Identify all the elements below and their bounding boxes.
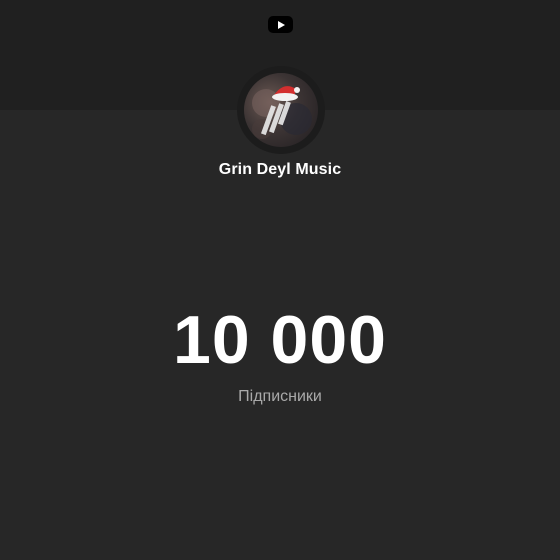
channel-avatar[interactable] xyxy=(244,73,318,147)
channel-name[interactable]: Grin Deyl Music xyxy=(0,161,560,179)
youtube-logo-icon[interactable] xyxy=(268,16,293,33)
subscriber-card: Grin Deyl Music 10 000 Підписники xyxy=(0,0,560,560)
avatar-image xyxy=(252,86,312,139)
subscriber-count: 10 000 xyxy=(173,302,387,378)
play-icon xyxy=(277,20,285,29)
subscriber-label: Підписники xyxy=(238,388,322,405)
santa-hat-icon xyxy=(272,86,300,101)
